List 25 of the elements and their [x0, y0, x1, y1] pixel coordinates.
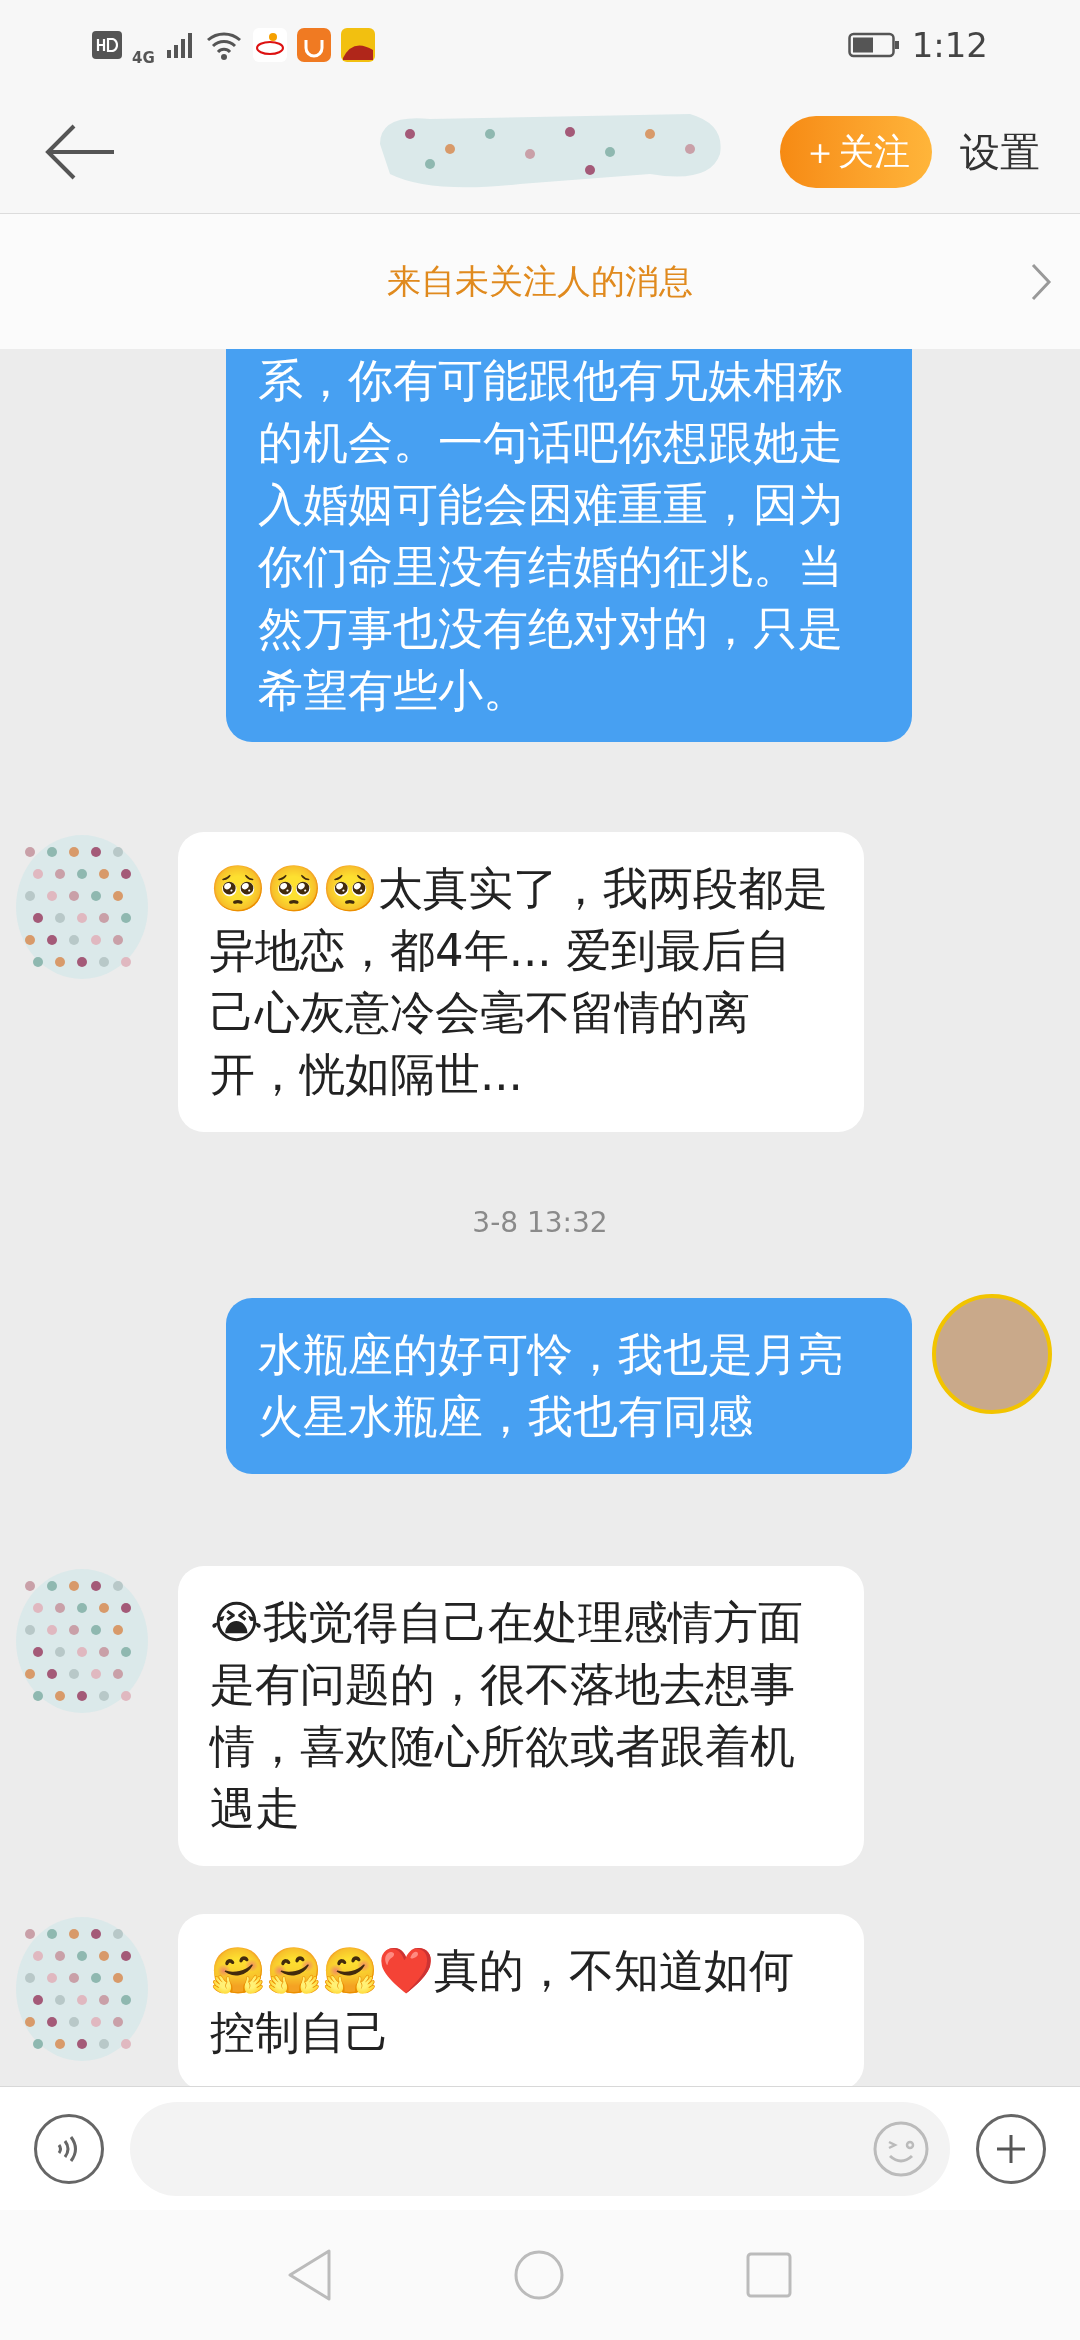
- notice-banner[interactable]: 来自未关注人的消息: [0, 214, 1080, 349]
- wifi-icon: [204, 30, 243, 60]
- back-nav-icon[interactable]: [287, 2248, 333, 2302]
- add-button[interactable]: [976, 2113, 1046, 2184]
- timestamp: 3-8 13:32: [472, 1205, 608, 1241]
- battery-icon: [847, 31, 900, 59]
- settings-link[interactable]: 设置: [960, 121, 1040, 182]
- app-logo-icon: [340, 28, 375, 62]
- network-type-label: 4G: [132, 47, 155, 69]
- signal-icon: [164, 30, 195, 60]
- follow-button[interactable]: ＋关注: [780, 115, 932, 188]
- message-text: 🤗🤗🤗❤真的，不知道如何控制自己: [210, 1944, 794, 2059]
- emoji-button-icon[interactable]: [872, 2119, 930, 2178]
- message-text: 水瓶座的好可怜，我也是月亮火星水瓶座，我也有同感: [258, 1328, 843, 1443]
- app-logo-icon: [252, 28, 287, 62]
- message-text: 😭我觉得自己在处理感情方面是有问题的，很不落地去想事情，喜欢随心所欲或者跟着机遇走: [210, 1596, 803, 1835]
- app-logo-icon: [296, 28, 331, 62]
- voice-button[interactable]: [34, 2113, 104, 2184]
- home-nav-icon[interactable]: [513, 2249, 565, 2301]
- message-text: 🥺🥺🥺太真实了，我两段都是异地恋，都4年... 爱到最后自己心灰意冷会毫不留情的离开，恍如隔世...: [210, 862, 828, 1101]
- recents-nav-icon[interactable]: [745, 2251, 793, 2299]
- hd-icon: [92, 31, 122, 59]
- clock-time: 1:12: [911, 23, 988, 67]
- chevron-right-icon: [1030, 261, 1052, 302]
- message-text: 系，你有可能跟他有兄妹相称的机会。一句话吧你想跟她走入婚姻可能会困难重重，因为你们命里没有结婚的征兆。当然万事也没有绝对对的，只是希望有些小。: [258, 354, 843, 717]
